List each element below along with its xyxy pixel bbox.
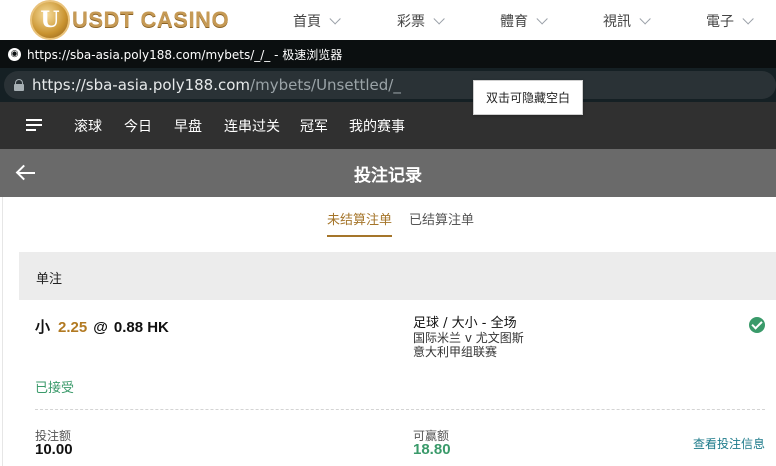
address-bar[interactable]: https://sba-asia.poly188.com /mybets/Uns…: [4, 71, 776, 99]
tab-unsettled[interactable]: 未结算注单: [327, 209, 392, 228]
nav-item-live[interactable]: 視訊: [603, 11, 651, 31]
url-host: https://sba-asia.poly188.com: [32, 76, 251, 94]
chevron-down-icon: [433, 13, 445, 25]
chevron-down-icon: [742, 13, 754, 25]
status-badge: 已接受: [35, 381, 75, 396]
win-value: 18.80: [413, 441, 451, 458]
tab-in-play[interactable]: 滚球: [74, 116, 102, 136]
menu-icon[interactable]: [26, 119, 42, 133]
chevron-down-icon: [639, 13, 651, 25]
at-symbol: @: [93, 319, 108, 336]
window-title: https://sba-asia.poly188.com/mybets/_/_ …: [27, 47, 343, 62]
nav-item-label: 彩票: [397, 14, 425, 30]
logo-text: USDT CASINO: [72, 7, 230, 32]
nav-item-label: 視訊: [603, 14, 631, 30]
logo-badge: U: [30, 0, 70, 40]
url-path: /mybets/Unsettled/_: [250, 76, 401, 94]
chevron-down-icon: [536, 13, 548, 25]
nav-item-lottery[interactable]: 彩票: [397, 11, 445, 31]
odds-value: 0.88 HK: [113, 319, 169, 336]
tab-parlay[interactable]: 连串过关: [224, 116, 280, 136]
tab-my-events[interactable]: 我的赛事: [349, 116, 405, 136]
page-title: 投注记录: [354, 166, 422, 186]
match-label: 国际米兰 v 尤文图斯: [413, 331, 524, 345]
check-circle-icon: [749, 317, 765, 333]
market-label: 足球 / 大小 - 全场: [413, 316, 517, 331]
chevron-down-icon: [329, 13, 341, 25]
tab-settled[interactable]: 已结算注单: [409, 209, 474, 228]
tab-early[interactable]: 早盘: [174, 116, 202, 136]
view-bet-details-link[interactable]: 查看投注信息: [693, 435, 765, 452]
divider: [35, 409, 765, 410]
site-nav: U USDT CASINO 首頁 彩票 體育 視訊 電子: [0, 0, 776, 40]
tab-today[interactable]: 今日: [124, 116, 152, 136]
bet-selection: 小 2.25 @ 0.88 HK: [35, 316, 169, 337]
nav-item-label: 體育: [500, 14, 528, 30]
globe-icon: ◉: [8, 47, 21, 61]
browser-title-bar: ◉ https://sba-asia.poly188.com/mybets/_/…: [0, 40, 776, 68]
sports-nav: 滚球 今日 早盘 连串过关 冠军 我的赛事: [0, 102, 776, 149]
bet-info: 足球 / 大小 - 全场 国际米兰 v 尤文图斯 意大利甲组联赛: [413, 316, 524, 360]
section-title: 单注: [36, 272, 63, 287]
bet-history-content: 未结算注单 已结算注单 单注 小 2.25 @ 0.88 HK 足球 / 大小 …: [2, 197, 776, 466]
nav-item-home[interactable]: 首頁: [293, 11, 341, 31]
page-header: 投注记录: [0, 149, 776, 197]
nav-item-label: 電子: [706, 14, 734, 30]
nav-item-sports[interactable]: 體育: [500, 11, 548, 31]
tooltip: 双击可隐藏空白: [473, 80, 583, 115]
section-header: 单注: [19, 252, 776, 300]
site-logo[interactable]: U USDT CASINO: [30, 0, 229, 40]
active-tab-indicator: [327, 235, 392, 237]
nav-item-label: 首頁: [293, 14, 321, 30]
selection-label: 小: [35, 318, 51, 336]
address-bar-container: https://sba-asia.poly188.com /mybets/Uns…: [0, 68, 776, 102]
screen: U USDT CASINO 首頁 彩票 體育 視訊 電子 ◉ https://s…: [0, 0, 776, 466]
lock-icon: [14, 79, 24, 91]
league-label: 意大利甲组联赛: [413, 345, 498, 359]
stake-value: 10.00: [35, 441, 73, 458]
handicap-value: 2.25: [58, 319, 88, 336]
nav-item-slots[interactable]: 電子: [706, 11, 754, 31]
tab-outright[interactable]: 冠军: [300, 116, 328, 136]
